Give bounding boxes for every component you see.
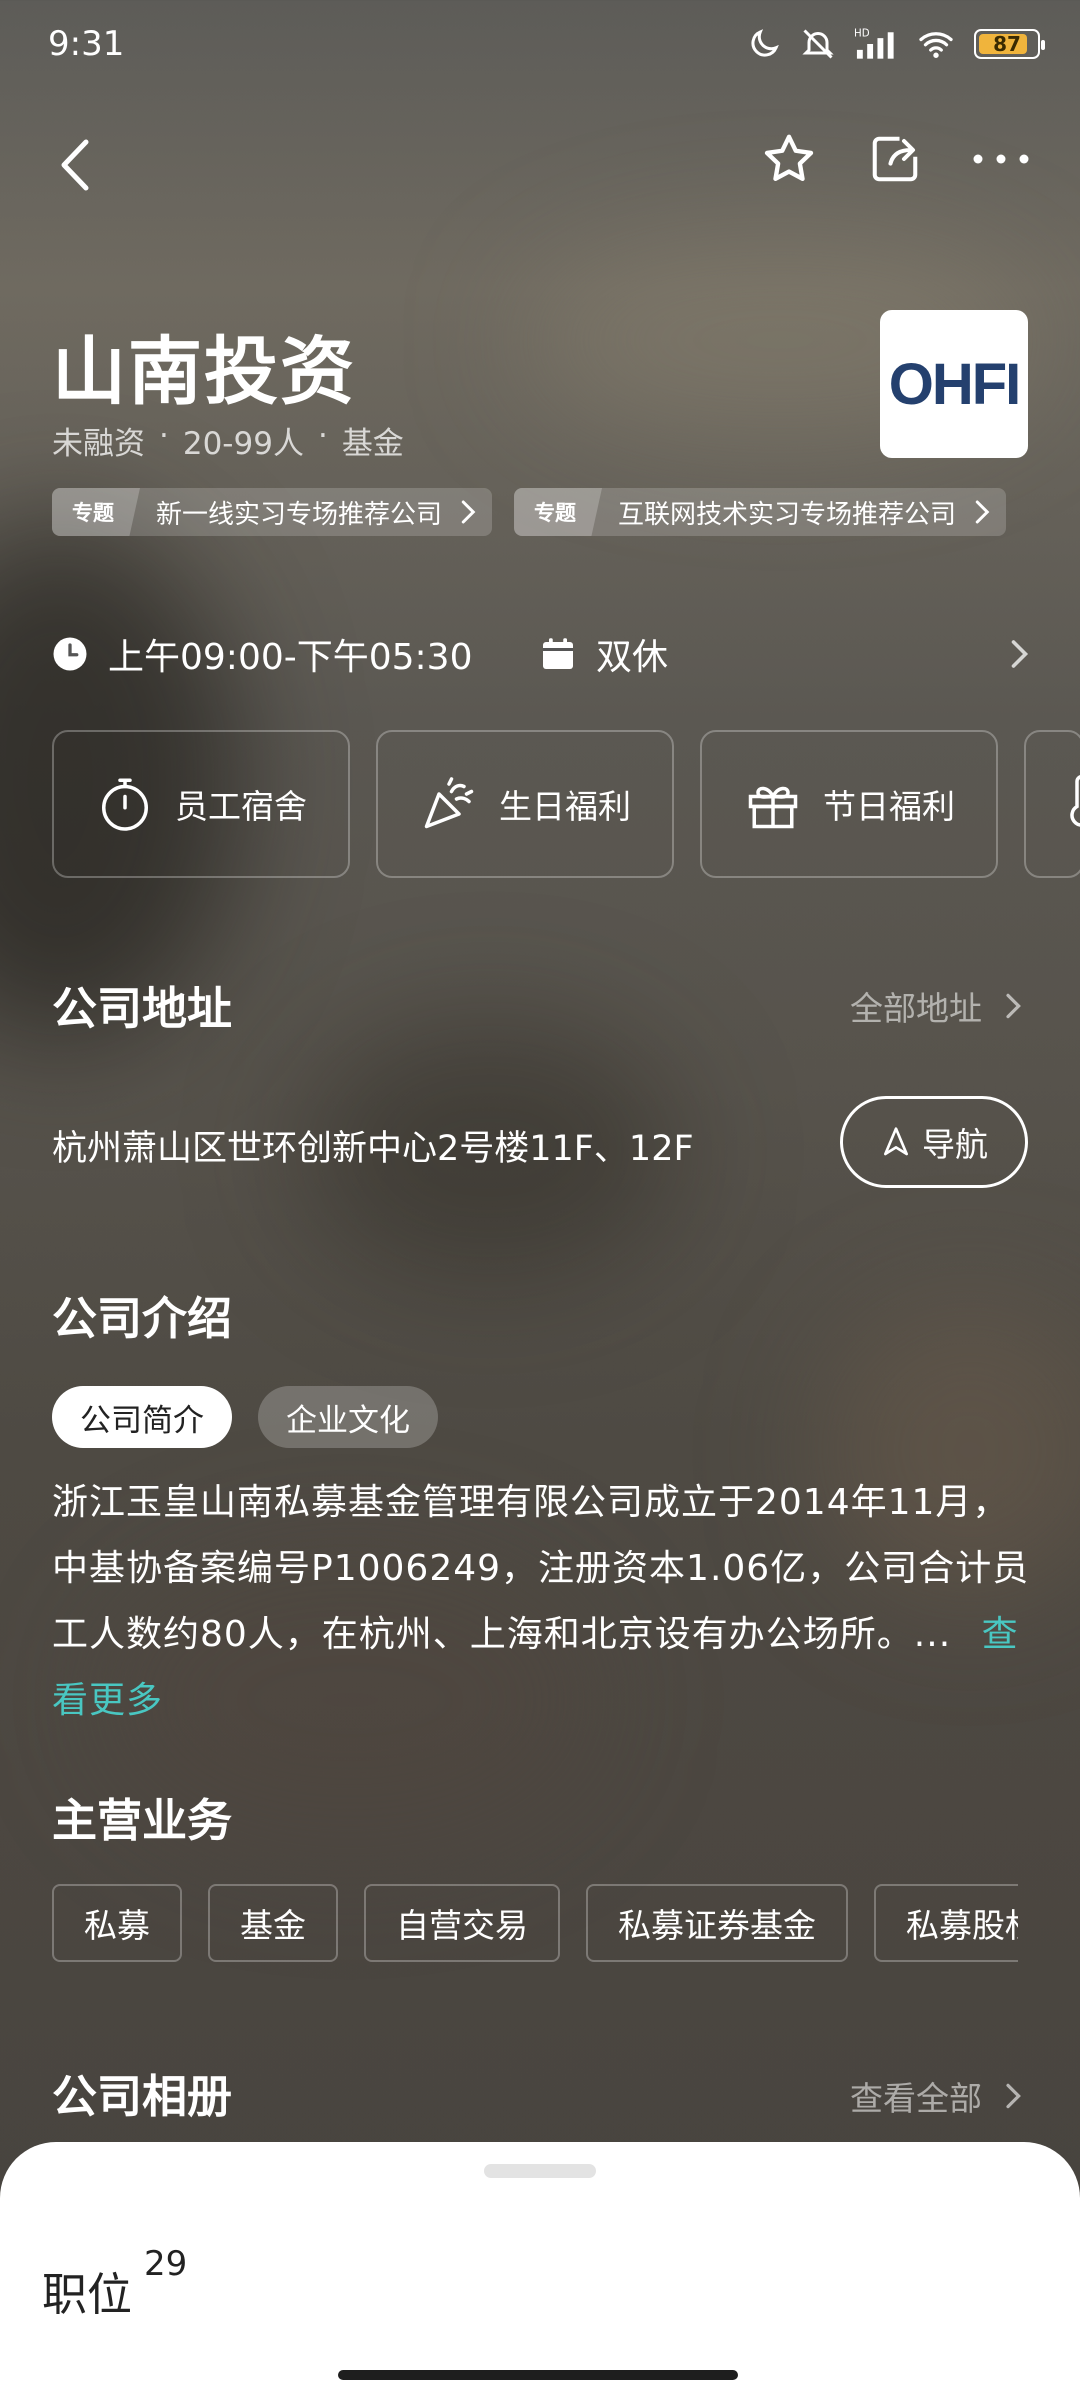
- topic-row: 专题 新一线实习专场推荐公司 专题 互联网技术实习专场推荐公司: [52, 488, 1007, 536]
- business-tag: 基金: [208, 1884, 338, 1962]
- company-meta: 未融资 · 20-99人 · 基金: [52, 418, 404, 463]
- funding-stage: 未融资: [52, 426, 145, 462]
- party-popper-icon: [424, 777, 474, 829]
- business-tag: 私募证券基金: [586, 1884, 848, 1962]
- company-size: 20-99人: [182, 426, 304, 462]
- moon-icon: [751, 29, 779, 57]
- business-tag: 私募: [52, 1884, 182, 1962]
- all-addresses-label: 全部地址: [850, 989, 982, 1028]
- topic-chip[interactable]: 专题 互联网技术实习专场推荐公司: [514, 488, 1007, 536]
- company-logo: OHFI: [880, 310, 1028, 458]
- tab-company-culture[interactable]: 企业文化: [258, 1386, 438, 1448]
- stopwatch-icon: [102, 778, 148, 831]
- meta-separator: ·: [159, 418, 169, 454]
- album-section-title: 公司相册: [52, 2070, 233, 2123]
- topic-text: 互联网技术实习专场推荐公司: [618, 499, 957, 530]
- chevron-right-icon: [461, 500, 476, 524]
- benefit-item[interactable]: 生日福利: [376, 730, 674, 878]
- logo-text: OHFI: [888, 351, 1022, 417]
- business-tag: 私募股权基: [874, 1884, 1018, 1962]
- svg-text:HD: HD: [854, 28, 870, 40]
- benefit-item[interactable]: 节日福利: [700, 730, 998, 878]
- chevron-right-icon: [975, 500, 990, 524]
- gift-icon: [748, 786, 798, 829]
- address-text[interactable]: 杭州萧山区世环创新中心2号楼11F、12F: [52, 1120, 694, 1171]
- benefit-item-partial[interactable]: [1024, 730, 1080, 878]
- company-name: 山南投资: [52, 329, 356, 415]
- jobs-label: 职位: [42, 2268, 133, 2321]
- battery-icon: 87: [974, 29, 1045, 59]
- navigate-button[interactable]: 导航: [840, 1096, 1028, 1188]
- more-icon[interactable]: [972, 149, 1030, 169]
- rest-policy-text: 双休: [596, 637, 669, 678]
- benefit-label: 员工宿舍: [175, 787, 307, 826]
- chevron-right-icon: [1006, 993, 1021, 1019]
- thermometer-icon: [1070, 775, 1080, 827]
- navigate-label: 导航: [922, 1125, 988, 1164]
- jobs-count: 29: [144, 2244, 188, 2284]
- status-time: 9:31: [48, 24, 125, 64]
- rest-policy[interactable]: 双休: [540, 628, 668, 680]
- header-actions: [760, 130, 1030, 188]
- work-hours-text: 上午09:00-下午05:30: [108, 637, 473, 678]
- business-section-title: 主营业务: [52, 1794, 233, 1847]
- business-tags: 私募 基金 自营交易 私募证券基金 私募股权基: [52, 1884, 1018, 1962]
- chevron-right-icon: [1006, 2083, 1021, 2109]
- album-see-all-label: 查看全部: [850, 2079, 982, 2118]
- benefit-label: 生日福利: [499, 787, 631, 826]
- meta-separator: ·: [317, 418, 328, 454]
- home-indicator[interactable]: [338, 2370, 738, 2380]
- share-icon[interactable]: [868, 132, 922, 186]
- topic-text: 新一线实习专场推荐公司: [156, 499, 443, 530]
- tab-company-profile[interactable]: 公司简介: [52, 1386, 232, 1448]
- calendar-icon: [543, 638, 573, 669]
- sheet-drag-handle[interactable]: [484, 2164, 596, 2178]
- battery-level: 87: [993, 32, 1021, 56]
- intro-text-block: 浙江玉皇山南私募基金管理有限公司成立于2014年11月，中基协备案编号P1006…: [52, 1470, 1042, 1734]
- benefit-item[interactable]: 员工宿舍: [52, 730, 350, 878]
- industry: 基金: [341, 426, 404, 462]
- bell-mute-icon: [802, 29, 834, 59]
- signal-icon: HD: [854, 28, 894, 59]
- chevron-right-icon[interactable]: [1000, 636, 1036, 672]
- wifi-icon: [919, 32, 953, 58]
- star-icon[interactable]: [760, 130, 818, 188]
- jobs-header[interactable]: 职位 29: [42, 2244, 187, 2323]
- topic-chip[interactable]: 专题 新一线实习专场推荐公司: [52, 488, 493, 536]
- status-icons: HD 87: [746, 26, 1045, 62]
- benefit-list: 员工宿舍 生日福利 节日福利: [52, 730, 1080, 878]
- album-see-all-link[interactable]: 查看全部: [850, 2072, 1028, 2120]
- all-addresses-link[interactable]: 全部地址: [850, 982, 1028, 1030]
- work-hours[interactable]: 上午09:00-下午05:30: [52, 628, 472, 680]
- topic-tag: 专题: [52, 488, 140, 536]
- navigation-arrow-icon: [884, 1127, 908, 1156]
- intro-tabs: 公司简介 企业文化: [52, 1386, 438, 1448]
- business-tag: 自营交易: [364, 1884, 560, 1962]
- clock-icon: [53, 637, 87, 671]
- topic-tag: 专题: [514, 488, 603, 536]
- benefit-label: 节日福利: [823, 787, 955, 826]
- address-section-title: 公司地址: [52, 982, 233, 1035]
- back-arrow-icon[interactable]: [50, 130, 100, 200]
- intro-section-title: 公司介绍: [52, 1292, 233, 1345]
- intro-text: 浙江玉皇山南私募基金管理有限公司成立于2014年11月，中基协备案编号P1006…: [52, 1482, 1030, 1655]
